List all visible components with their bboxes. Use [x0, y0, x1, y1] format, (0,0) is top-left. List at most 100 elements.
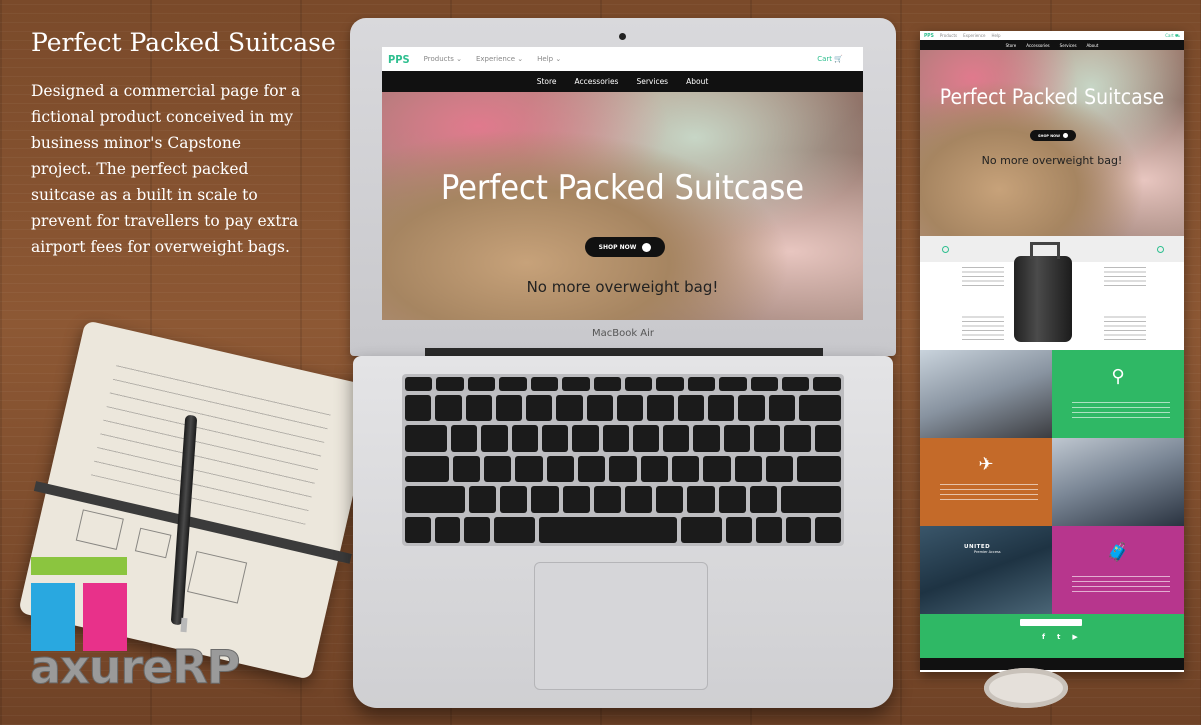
- benefit-text: [1072, 574, 1170, 592]
- project-description: Designed a commercial page for a fiction…: [31, 82, 301, 256]
- hero-banner: Perfect Packed Suitcase SHOP NOW No more…: [382, 92, 863, 320]
- site-top-nav: PPS Products ⌄ Experience ⌄ Help ⌄ Cart …: [382, 47, 863, 71]
- back-to-top-button[interactable]: [1020, 619, 1082, 626]
- site-logo[interactable]: PPS: [924, 33, 934, 39]
- keyboard-row: [405, 395, 841, 422]
- wireframe-sketch: [134, 527, 172, 559]
- hero-tagline: No more overweight bag!: [526, 278, 719, 296]
- cart-label: Cart: [817, 55, 833, 63]
- benefits-grid: ⚲ ✈ UNITED Premier Access 🧳: [920, 350, 1184, 614]
- subnav-services[interactable]: Services: [1060, 43, 1077, 48]
- menu-products[interactable]: Products ⌄: [424, 55, 462, 63]
- social-links: f t ▶: [1042, 633, 1078, 641]
- benefit-text: [940, 482, 1038, 500]
- feature-tab[interactable]: [940, 246, 949, 253]
- site-menu: Products Experience Help: [940, 33, 1001, 38]
- pen-tip: [180, 617, 188, 633]
- ticket-icon: ✈: [978, 454, 994, 475]
- hero-tagline: No more overweight bag!: [981, 154, 1123, 167]
- arrow-right-icon: [1062, 133, 1068, 138]
- twitter-icon[interactable]: t: [1057, 633, 1060, 641]
- luggage-cart-icon: 🧳: [1106, 542, 1130, 563]
- laptop-base: [353, 356, 893, 708]
- subnav-about[interactable]: About: [686, 77, 708, 86]
- cart-icon: ⛟: [1174, 32, 1180, 38]
- feature-text-block: [962, 266, 1004, 286]
- wireframe-sketch: [75, 509, 124, 550]
- youtube-icon[interactable]: ▶: [1072, 633, 1077, 641]
- cart-icon: 🛒: [834, 55, 843, 63]
- subnav-store[interactable]: Store: [537, 77, 557, 86]
- facebook-icon[interactable]: f: [1042, 633, 1045, 641]
- benefit-text: [1072, 400, 1170, 418]
- site-sub-nav: Store Accessories Services About: [382, 71, 863, 92]
- airplane-cabin-photo: [1052, 438, 1184, 526]
- shop-now-button[interactable]: SHOP NOW: [1030, 130, 1076, 141]
- keyboard-row: [405, 486, 841, 513]
- laptop-brand-label: MacBook Air: [591, 328, 655, 339]
- hero-title: Perfect Packed Suitcase: [939, 85, 1165, 109]
- notebook-handwriting: [90, 358, 333, 525]
- feature-text-block: [1104, 316, 1146, 340]
- feature-tab[interactable]: [1155, 246, 1164, 253]
- menu-help[interactable]: Help ⌄: [537, 55, 561, 63]
- site-sub-nav: Store Accessories Services About: [920, 40, 1184, 50]
- subnav-store[interactable]: Store: [1006, 43, 1017, 48]
- plate-photo: [984, 668, 1068, 708]
- trackpad: [534, 562, 708, 690]
- arrow-right-icon: [642, 242, 652, 252]
- hero-banner: Perfect Packed Suitcase SHOP NOW No more…: [920, 50, 1184, 236]
- shop-now-button[interactable]: SHOP NOW: [585, 237, 665, 257]
- keyboard: [402, 374, 844, 546]
- full-page-mockup: PPS Products Experience Help Cart ⛟ Stor…: [920, 31, 1184, 672]
- benefit-panel-green: ⚲: [1052, 350, 1184, 438]
- camera-icon: [619, 33, 626, 40]
- suitcase-image: [1014, 242, 1072, 342]
- axure-logo-mark: [31, 557, 127, 651]
- subnav-accessories[interactable]: Accessories: [575, 77, 619, 86]
- site-logo[interactable]: PPS: [388, 53, 410, 66]
- shop-now-label: SHOP NOW: [598, 243, 637, 251]
- keyboard-row: [405, 425, 841, 452]
- site-footer: f t ▶: [920, 614, 1184, 658]
- chevron-down-icon: ⌄: [517, 55, 524, 63]
- subnav-services[interactable]: Services: [636, 77, 668, 86]
- benefit-panel-magenta: 🧳: [1052, 526, 1184, 614]
- menu-experience[interactable]: Experience ⌄: [476, 55, 523, 63]
- cart-link[interactable]: Cart ⛟: [1165, 33, 1180, 39]
- laptop-lid: PPS Products ⌄ Experience ⌄ Help ⌄ Cart …: [350, 18, 896, 356]
- site-top-nav: PPS Products Experience Help Cart ⛟: [920, 31, 1184, 40]
- project-title: Perfect Packed Suitcase: [31, 28, 336, 57]
- laptop-screen: PPS Products ⌄ Experience ⌄ Help ⌄ Cart …: [382, 47, 863, 320]
- hero-title: Perfect Packed Suitcase: [440, 168, 805, 208]
- keyboard-row: [405, 455, 842, 483]
- subnav-accessories[interactable]: Accessories: [1026, 43, 1049, 48]
- menu-label: Help: [537, 55, 554, 63]
- menu-label: Experience: [475, 55, 516, 63]
- wireframe-sketch: [187, 550, 248, 604]
- cart-link[interactable]: Cart 🛒: [817, 55, 857, 63]
- menu-help[interactable]: Help: [991, 33, 1000, 38]
- legal-bar: [920, 658, 1184, 670]
- benefit-panel-orange: ✈: [920, 438, 1052, 526]
- menu-experience[interactable]: Experience: [963, 33, 985, 38]
- feature-text-block: [1104, 266, 1146, 286]
- keyboard-row: [405, 377, 841, 391]
- feature-text-block: [962, 316, 1004, 340]
- menu-products[interactable]: Products: [940, 33, 957, 38]
- keyboard-row: [405, 516, 842, 544]
- airline-sign: UNITED Premier Access: [964, 544, 1001, 554]
- menu-label: Products: [423, 55, 454, 63]
- map-pin-icon: ⚲: [1111, 366, 1125, 387]
- traveller-photo: [920, 350, 1052, 438]
- axure-logo-wordmark: axureRP: [29, 640, 240, 695]
- logo-green-bar: [31, 557, 127, 575]
- chevron-down-icon: ⌄: [555, 55, 562, 63]
- shop-now-label: SHOP NOW: [1038, 133, 1060, 138]
- airport-checkin-photo: UNITED Premier Access: [920, 526, 1052, 614]
- chevron-down-icon: ⌄: [456, 55, 462, 63]
- product-features: [920, 236, 1184, 350]
- site-menu: Products ⌄ Experience ⌄ Help ⌄: [424, 55, 562, 63]
- subnav-about[interactable]: About: [1087, 43, 1099, 48]
- cart-label: Cart: [1165, 32, 1174, 38]
